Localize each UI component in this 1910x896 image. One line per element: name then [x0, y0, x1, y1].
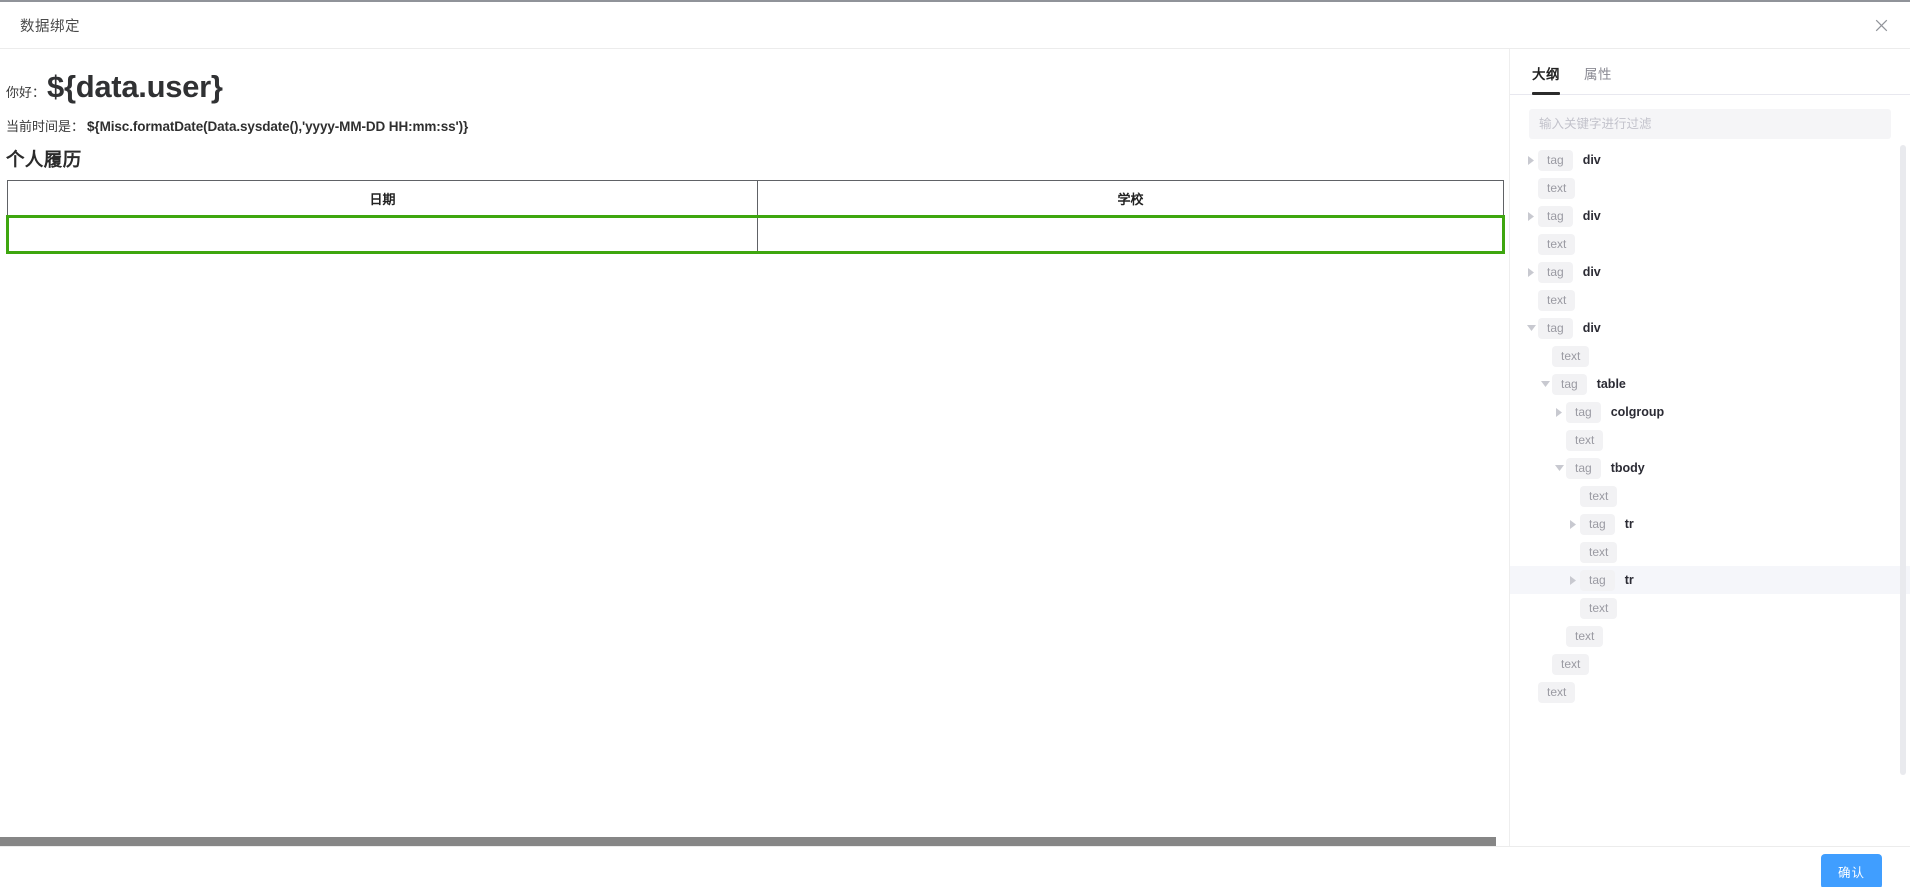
confirm-button[interactable]: 确认 [1820, 854, 1882, 889]
time-row: 当前时间是： ${Misc.formatDate(Data.sysdate(),… [6, 116, 1499, 135]
dialog-body: 你好： ${data.user} 当前时间是： ${Misc.formatDat… [0, 49, 1910, 846]
dialog-title: 数据绑定 [20, 18, 80, 35]
tree-node-label: colgroup [1610, 405, 1665, 419]
table-row[interactable] [6, 215, 1505, 254]
tree-node-table[interactable]: tag table [1510, 370, 1910, 398]
greeting-row: 你好： ${data.user} [6, 69, 1499, 105]
tree-node-type-chip: text [1538, 177, 1576, 199]
tree-node-type-chip: tag [1538, 317, 1573, 339]
window-horizontal-scrollbar[interactable] [0, 887, 1910, 896]
tree-node-text[interactable]: text [1510, 538, 1910, 566]
chevron-right-icon[interactable] [1524, 211, 1538, 221]
tree-node-text[interactable]: text [1510, 482, 1910, 510]
tree-node-text[interactable]: text [1510, 650, 1910, 678]
time-expression[interactable]: ${Misc.formatDate(Data.sysdate(),'yyyy-M… [87, 119, 468, 134]
tree-node-label: tr [1624, 517, 1634, 531]
tree-node-label: tbody [1610, 461, 1645, 475]
table-header-school: 学校 [757, 180, 1504, 217]
tree-node-text[interactable]: text [1510, 426, 1910, 454]
tab-properties[interactable]: 属性 [1584, 63, 1612, 94]
tree-node-label: tr [1624, 573, 1634, 587]
tree-node-type-chip: text [1566, 429, 1604, 451]
tab-outline[interactable]: 大纲 [1532, 63, 1560, 95]
tree-node-label: table [1596, 377, 1626, 391]
tree-node-label: div [1582, 321, 1601, 335]
tree-node-type-chip: tag [1566, 401, 1601, 423]
tree-node-type-chip: text [1580, 597, 1618, 619]
tree-node-type-chip: tag [1538, 261, 1573, 283]
data-binding-dialog: 数据绑定 你好： ${data.user} 当前时间是： ${Misc.form… [0, 0, 1910, 896]
tree-node-label: div [1582, 153, 1601, 167]
resume-table[interactable]: 日期 学校 [6, 180, 1505, 254]
filter-input[interactable] [1529, 109, 1891, 139]
tree-node-type-chip: text [1538, 289, 1576, 311]
tree-node-text[interactable]: text [1510, 342, 1910, 370]
tree-node-label: div [1582, 265, 1601, 279]
tree-node-type-chip: tag [1538, 149, 1573, 171]
table-cell-date[interactable] [6, 215, 758, 254]
chevron-down-icon[interactable] [1524, 324, 1538, 333]
tree-node-type-chip: tag [1552, 373, 1587, 395]
tree-node-type-chip: tag [1580, 513, 1615, 535]
tree-node-type-chip: text [1580, 541, 1618, 563]
table-header-date: 日期 [7, 180, 758, 217]
chevron-down-icon[interactable] [1538, 380, 1552, 389]
close-icon[interactable] [1868, 12, 1894, 38]
tree-node-tr[interactable]: tag tr [1510, 566, 1910, 594]
tree-node-text[interactable]: text [1510, 594, 1910, 622]
dialog-header: 数据绑定 [0, 2, 1910, 49]
tree-node-label: div [1582, 209, 1601, 223]
tree-node-type-chip: tag [1566, 457, 1601, 479]
filter-wrapper [1510, 95, 1910, 139]
tree-node-type-chip: text [1566, 625, 1604, 647]
tree-node-type-chip: text [1552, 653, 1590, 675]
tree-node-text[interactable]: text [1510, 622, 1910, 650]
preview-scrollbar-thumb[interactable] [0, 837, 1496, 846]
tree-node-div[interactable]: tag div [1510, 202, 1910, 230]
tree-node-type-chip: text [1552, 345, 1590, 367]
tree-scrollbar-thumb[interactable] [1900, 145, 1906, 775]
inspector-tabs: 大纲 属性 [1510, 49, 1910, 95]
tree-node-type-chip: text [1580, 485, 1618, 507]
greeting-expression[interactable]: ${data.user} [47, 69, 223, 105]
tree-node-type-chip: tag [1538, 205, 1573, 227]
table-cell-school[interactable] [757, 215, 1505, 254]
preview-content: 你好： ${data.user} 当前时间是： ${Misc.formatDat… [0, 49, 1509, 254]
greeting-label: 你好： [6, 85, 46, 100]
outline-tree[interactable]: tag div text tag div text tag div text tag div text… [1510, 139, 1910, 846]
time-label: 当前时间是： [6, 119, 85, 134]
chevron-right-icon[interactable] [1552, 407, 1566, 417]
tree-node-tbody[interactable]: tag tbody [1510, 454, 1910, 482]
tree-node-type-chip: text [1538, 233, 1576, 255]
tree-node-div[interactable]: tag div [1510, 258, 1910, 286]
tree-node-colgroup[interactable]: tag colgroup [1510, 398, 1910, 426]
tree-node-div[interactable]: tag div [1510, 146, 1910, 174]
chevron-down-icon[interactable] [1552, 464, 1566, 473]
tree-node-text[interactable]: text [1510, 174, 1910, 202]
chevron-right-icon[interactable] [1524, 267, 1538, 277]
tree-node-type-chip: tag [1580, 569, 1615, 591]
inspector-panel: 大纲 属性 tagdivtexttagdivtexttagdivtexttagd… [1510, 49, 1910, 846]
resume-table-body [6, 215, 1505, 254]
tree-vertical-scrollbar[interactable] [1900, 145, 1906, 840]
resume-table-head: 日期 学校 [7, 180, 1504, 217]
chevron-right-icon[interactable] [1566, 575, 1580, 585]
chevron-right-icon[interactable] [1566, 519, 1580, 529]
tree-node-text[interactable]: text [1510, 230, 1910, 258]
tree-node-type-chip: text [1538, 681, 1576, 703]
tree-node-text[interactable]: text [1510, 286, 1910, 314]
tree-node-tr[interactable]: tag tr [1510, 510, 1910, 538]
table-header-row: 日期 学校 [7, 180, 1504, 217]
section-title: 个人履历 [6, 149, 82, 170]
tree-node-div[interactable]: tag div [1510, 314, 1910, 342]
tree-node-text[interactable]: text [1510, 678, 1910, 706]
chevron-right-icon[interactable] [1524, 155, 1538, 165]
preview-horizontal-scrollbar[interactable] [0, 835, 1509, 846]
preview-canvas[interactable]: 你好： ${data.user} 当前时间是： ${Misc.formatDat… [0, 49, 1510, 846]
